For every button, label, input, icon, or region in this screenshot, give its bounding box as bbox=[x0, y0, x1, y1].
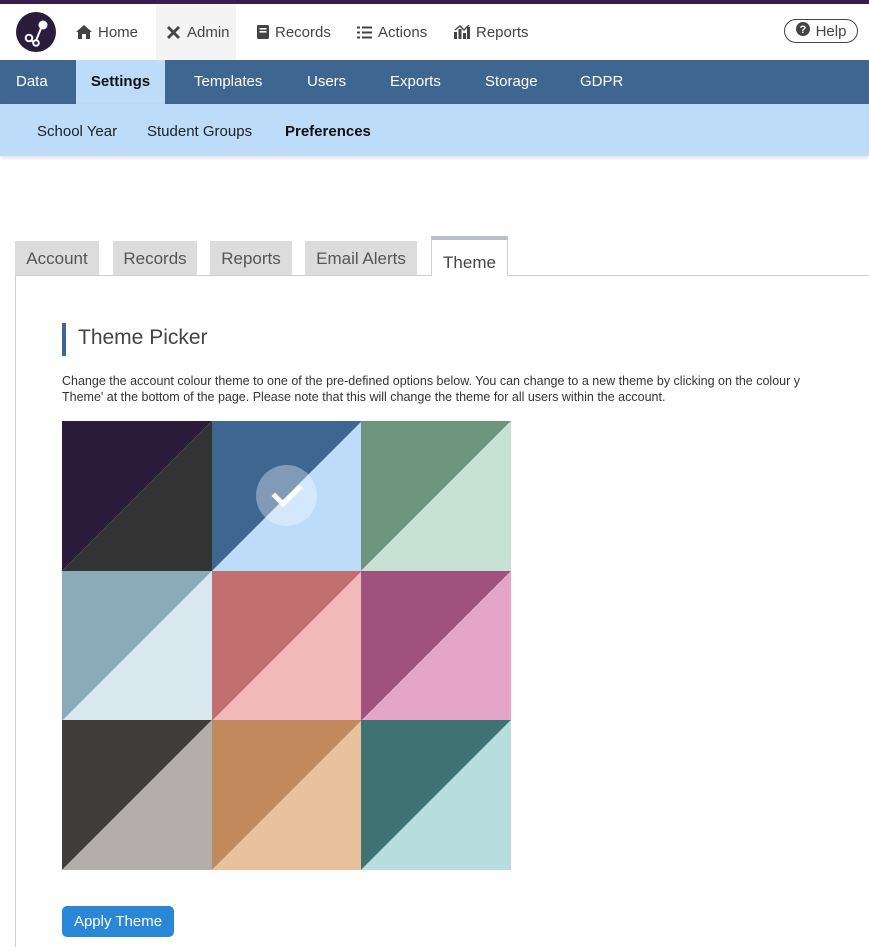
tab-records[interactable]: Records bbox=[113, 241, 197, 275]
apply-theme-button[interactable]: Apply Theme bbox=[62, 906, 174, 937]
svg-text:?: ? bbox=[799, 24, 806, 36]
nav-home[interactable]: Home bbox=[76, 4, 138, 60]
nav-records-label: Records bbox=[275, 23, 331, 41]
panel-border bbox=[15, 275, 16, 947]
theme-swatch[interactable] bbox=[62, 421, 212, 571]
admin-menu: Data Settings Templates Users Exports St… bbox=[0, 60, 869, 104]
settings-menu-school-year[interactable]: School Year bbox=[37, 104, 117, 156]
settings-menu-student-groups[interactable]: Student Groups bbox=[147, 104, 252, 156]
settings-menu-preferences[interactable]: Preferences bbox=[285, 104, 371, 156]
admin-menu-exports[interactable]: Exports bbox=[390, 60, 441, 104]
home-icon bbox=[76, 25, 92, 39]
nav-records[interactable]: Records bbox=[257, 4, 331, 60]
theme-swatch[interactable] bbox=[211, 570, 362, 721]
nav-reports-label: Reports bbox=[476, 23, 529, 41]
theme-swatch[interactable] bbox=[211, 421, 362, 571]
admin-menu-settings[interactable]: Settings bbox=[76, 60, 165, 104]
checkmark-icon bbox=[255, 465, 317, 526]
question-circle-icon: ? bbox=[795, 22, 810, 40]
theme-swatch[interactable] bbox=[361, 421, 512, 571]
nav-home-label: Home bbox=[98, 23, 139, 41]
chart-icon bbox=[454, 25, 470, 39]
admin-menu-users[interactable]: Users bbox=[307, 60, 346, 104]
theme-description-line-1: Change the account colour theme to one o… bbox=[62, 374, 800, 388]
book-icon bbox=[257, 25, 269, 39]
admin-menu-storage[interactable]: Storage bbox=[485, 60, 538, 104]
nav-actions-label: Actions bbox=[378, 23, 428, 41]
theme-swatch[interactable] bbox=[361, 720, 512, 871]
help-button[interactable]: ? Help bbox=[784, 19, 858, 43]
theme-swatch[interactable] bbox=[62, 570, 212, 721]
section-title: Theme Picker bbox=[78, 326, 208, 349]
admin-menu-gdpr[interactable]: GDPR bbox=[580, 60, 623, 104]
tools-icon bbox=[166, 25, 181, 40]
theme-swatch-grid bbox=[62, 421, 512, 871]
tab-account[interactable]: Account bbox=[15, 241, 99, 275]
theme-swatch[interactable] bbox=[361, 570, 512, 721]
tab-email-alerts[interactable]: Email Alerts bbox=[305, 241, 417, 275]
tab-reports[interactable]: Reports bbox=[210, 241, 292, 275]
nav-reports[interactable]: Reports bbox=[454, 4, 529, 60]
nav-actions[interactable]: Actions bbox=[357, 4, 427, 60]
admin-menu-templates[interactable]: Templates bbox=[194, 60, 262, 104]
admin-menu-data[interactable]: Data bbox=[16, 60, 48, 104]
nav-admin-label: Admin bbox=[187, 23, 230, 41]
nav-admin[interactable]: Admin bbox=[156, 4, 236, 60]
tab-theme[interactable]: Theme bbox=[431, 236, 508, 276]
theme-description: Change the account colour theme to one o… bbox=[62, 373, 869, 405]
section-title-accent bbox=[62, 323, 66, 356]
theme-description-line-2: Theme' at the bottom of the page. Please… bbox=[62, 390, 666, 404]
app-logo[interactable] bbox=[16, 12, 56, 52]
help-label: Help bbox=[815, 22, 847, 40]
top-navigation: Home Admin Records Actions Reports ? Hel… bbox=[0, 4, 869, 60]
settings-menu: School Year Student Groups Preferences bbox=[0, 104, 869, 156]
theme-swatch[interactable] bbox=[62, 720, 212, 871]
list-icon bbox=[357, 26, 372, 39]
theme-swatch[interactable] bbox=[211, 720, 362, 871]
